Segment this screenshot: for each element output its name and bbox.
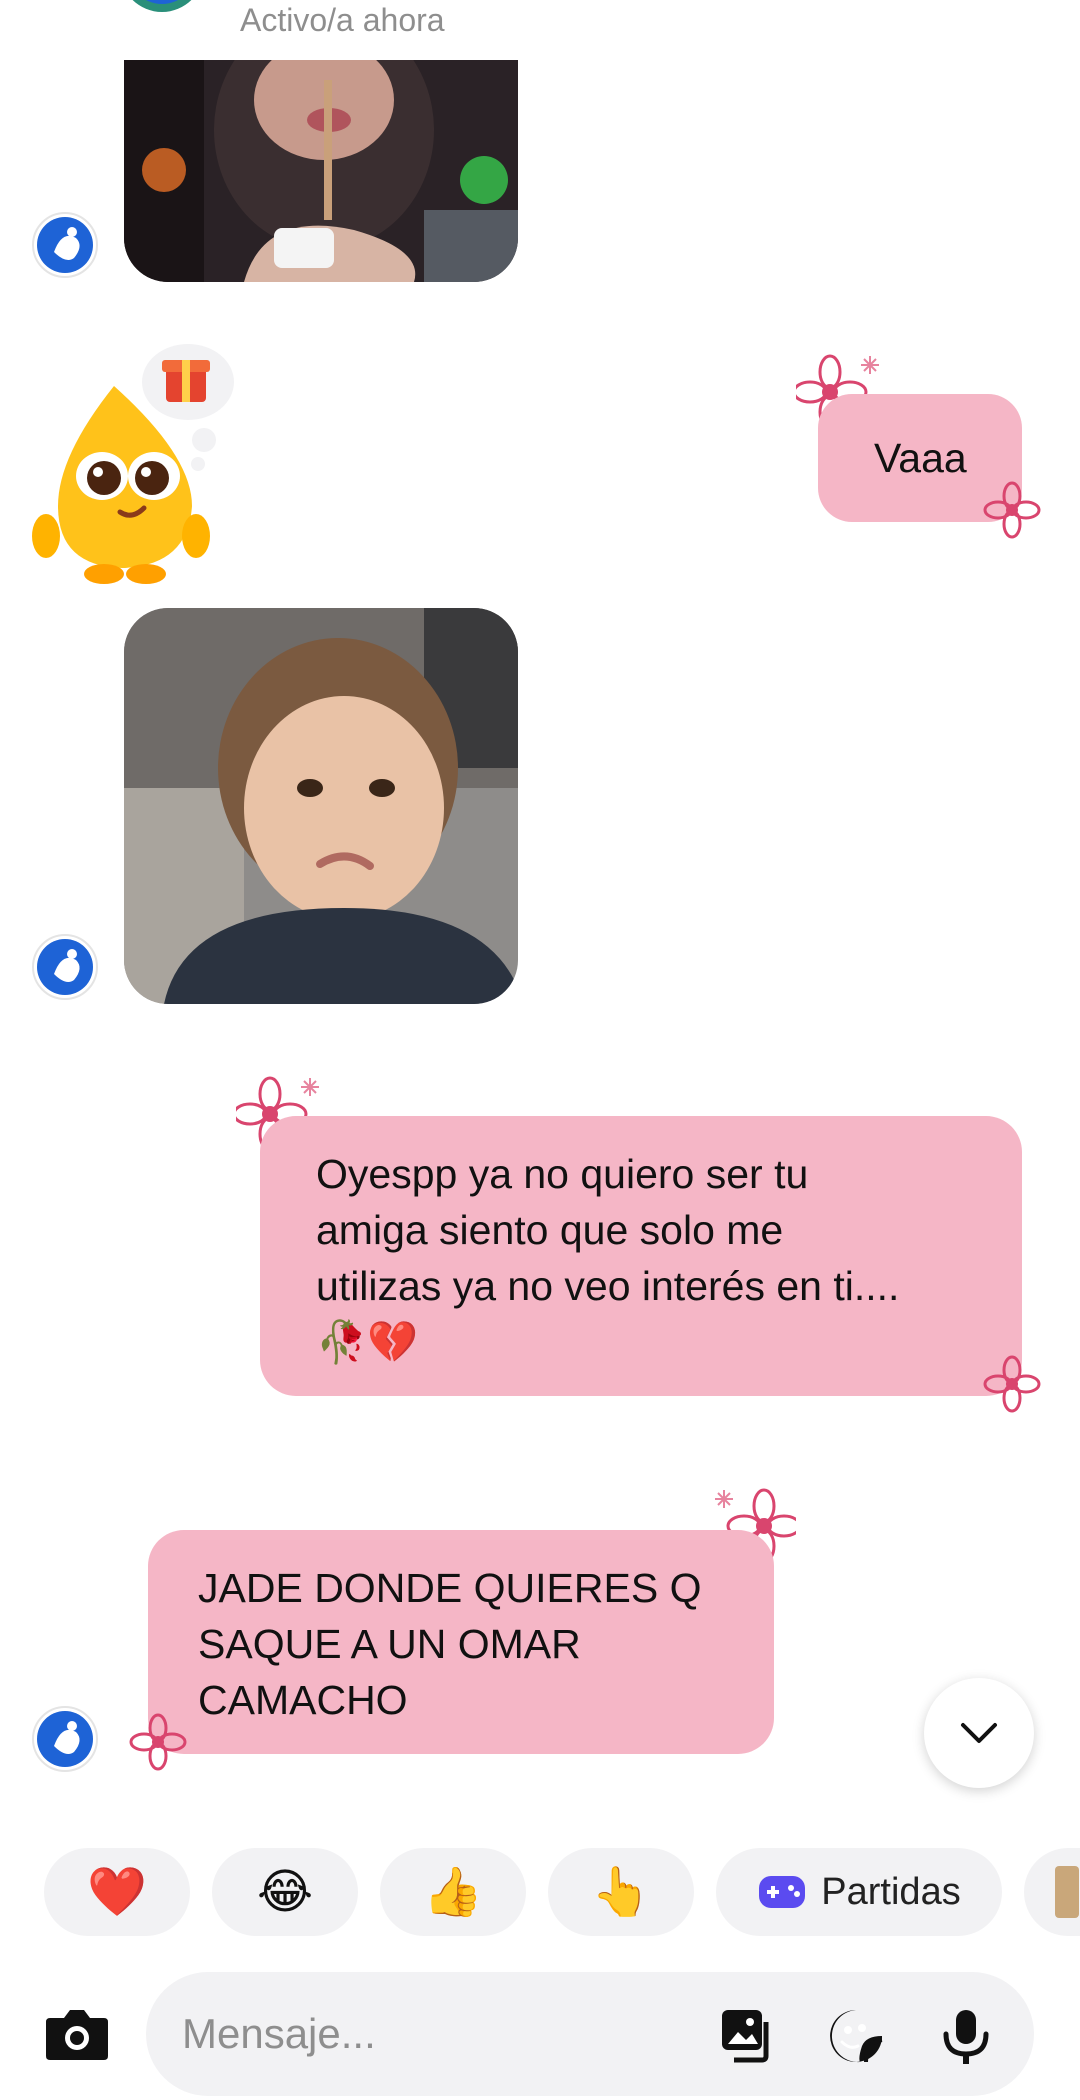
games-chip-label: Partidas bbox=[821, 1870, 961, 1913]
message-text-line: JADE DONDE QUIERES Q bbox=[198, 1565, 702, 1611]
microphone-icon[interactable] bbox=[936, 2006, 996, 2066]
more-reactions-chip[interactable] bbox=[1024, 1848, 1080, 1936]
scroll-to-bottom-button[interactable] bbox=[924, 1678, 1034, 1788]
shared-photo-baby[interactable] bbox=[124, 608, 518, 1004]
message-composer bbox=[146, 1972, 1034, 2096]
gif-thumbnail-icon bbox=[1055, 1866, 1079, 1918]
games-chip-button[interactable]: Partidas bbox=[716, 1848, 1002, 1936]
flower-decoration-icon bbox=[129, 1713, 187, 1771]
header-avatar[interactable] bbox=[110, 0, 220, 40]
thumbs-up-icon: 👍 bbox=[423, 1864, 483, 1920]
camera-icon bbox=[46, 2010, 108, 2060]
chat-header: Activo/a ahora bbox=[0, 0, 1080, 60]
camera-button[interactable] bbox=[42, 2006, 112, 2064]
shared-photo-girl[interactable] bbox=[124, 60, 518, 282]
message-text-line: SAQUE A UN OMAR bbox=[198, 1621, 581, 1667]
active-status: Activo/a ahora bbox=[240, 2, 445, 38]
gallery-icon[interactable] bbox=[718, 2006, 778, 2066]
sticker-icon[interactable] bbox=[826, 2006, 886, 2066]
gamepad-icon bbox=[759, 1876, 806, 1908]
back-arrow-icon[interactable] bbox=[52, 0, 78, 8]
message-text-line: Oyespp ya no quiero ser tu bbox=[316, 1151, 809, 1197]
flower-decoration-icon bbox=[983, 1355, 1041, 1413]
laughing-icon: 😂 bbox=[256, 1864, 314, 1920]
message-bubble-sent[interactable]: Oyespp ya no quiero ser tu amiga siento … bbox=[260, 1116, 1022, 1396]
message-bubble-received[interactable]: JADE DONDE QUIERES Q SAQUE A UN OMAR CAM… bbox=[148, 1530, 774, 1754]
reaction-heart-button[interactable]: ❤️ bbox=[44, 1848, 190, 1936]
heart-icon: ❤️ bbox=[87, 1864, 147, 1920]
message-text-line: amiga siento que solo me bbox=[316, 1207, 784, 1253]
reaction-thumbs-up-button[interactable]: 👍 bbox=[380, 1848, 526, 1936]
contact-avatar[interactable] bbox=[32, 934, 98, 1000]
contact-avatar[interactable] bbox=[32, 1706, 98, 1772]
chevron-down-icon bbox=[961, 1723, 997, 1743]
message-emoji-line: 🥀💔 bbox=[316, 1318, 419, 1366]
contact-avatar[interactable] bbox=[32, 212, 98, 278]
flower-decoration-icon bbox=[983, 481, 1041, 539]
message-input[interactable] bbox=[182, 2002, 702, 2066]
reaction-pointing-button[interactable]: 👆 bbox=[548, 1848, 694, 1936]
message-text-line: CAMACHO bbox=[198, 1677, 408, 1723]
message-text-line: utilizas ya no veo interés en ti.... bbox=[316, 1263, 900, 1309]
reaction-laugh-button[interactable]: 😂 bbox=[212, 1848, 358, 1936]
message-text: Vaaa bbox=[874, 435, 967, 481]
mascot-sticker[interactable] bbox=[28, 336, 242, 588]
pointing-up-icon: 👆 bbox=[591, 1864, 651, 1920]
